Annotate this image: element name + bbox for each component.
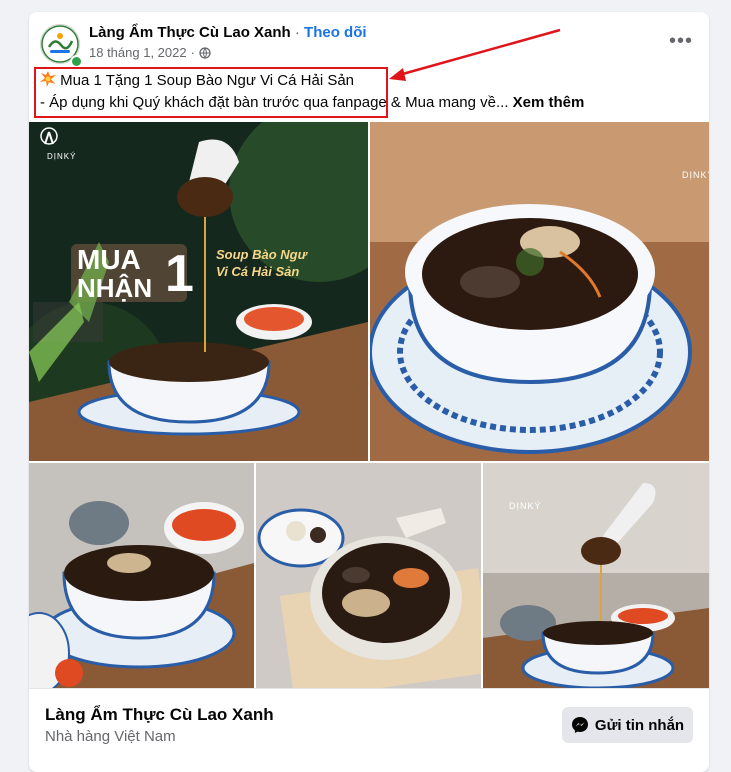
photo-soup-top[interactable] <box>256 463 481 688</box>
photo-spoon[interactable]: DỊNKÝ <box>483 463 709 688</box>
send-message-label: Gửi tin nhắn <box>594 716 685 734</box>
photo-soup-side[interactable] <box>29 463 254 688</box>
photo-soup-bowl[interactable]: DỊNKÝ <box>370 122 709 461</box>
promo-caption-line-2: Vi Cá Hải Sản <box>216 264 300 279</box>
page-footer: Làng Ẩm Thực Cù Lao Xanh Nhà hàng Việt N… <box>29 688 709 772</box>
soup-side-image <box>29 463 254 688</box>
promo-number: 1 <box>165 245 194 303</box>
brand-logo-1: DỊNKÝ <box>47 152 77 161</box>
promo-big-text: MUA <box>77 244 141 275</box>
promo-small-text: NHẬN <box>77 273 153 303</box>
footer-page-name[interactable]: Làng Ẩm Thực Cù Lao Xanh <box>45 705 274 725</box>
brand-logo-2: DỊNKÝ <box>682 170 709 180</box>
promo-caption: Soup Bào Ngư Vi Cá Hải Sản <box>216 246 307 280</box>
spoon-image <box>483 463 709 688</box>
brand-logo-3: DỊNKÝ <box>509 501 542 511</box>
send-message-button[interactable]: Gửi tin nhắn <box>562 707 693 743</box>
post-card: Làng Ẩm Thực Cù Lao Xanh · Theo dõi 18 t… <box>29 12 709 772</box>
footer-category: Nhà hàng Việt Nam <box>45 728 176 745</box>
soup-top-image <box>256 463 481 688</box>
annotation-arrow-icon <box>389 28 561 81</box>
messenger-icon <box>571 717 588 733</box>
promo-text-block: MUA NHẬN <box>77 244 153 303</box>
photo-grid: MUA NHẬN 1 Soup Bào Ngư Vi Cá Hải Sản DỊ… <box>29 122 709 688</box>
photo-promo[interactable]: MUA NHẬN 1 Soup Bào Ngư Vi Cá Hải Sản DỊ… <box>29 122 368 461</box>
soup-bowl-image <box>370 122 709 461</box>
promo-caption-line-1: Soup Bào Ngư <box>216 247 307 262</box>
